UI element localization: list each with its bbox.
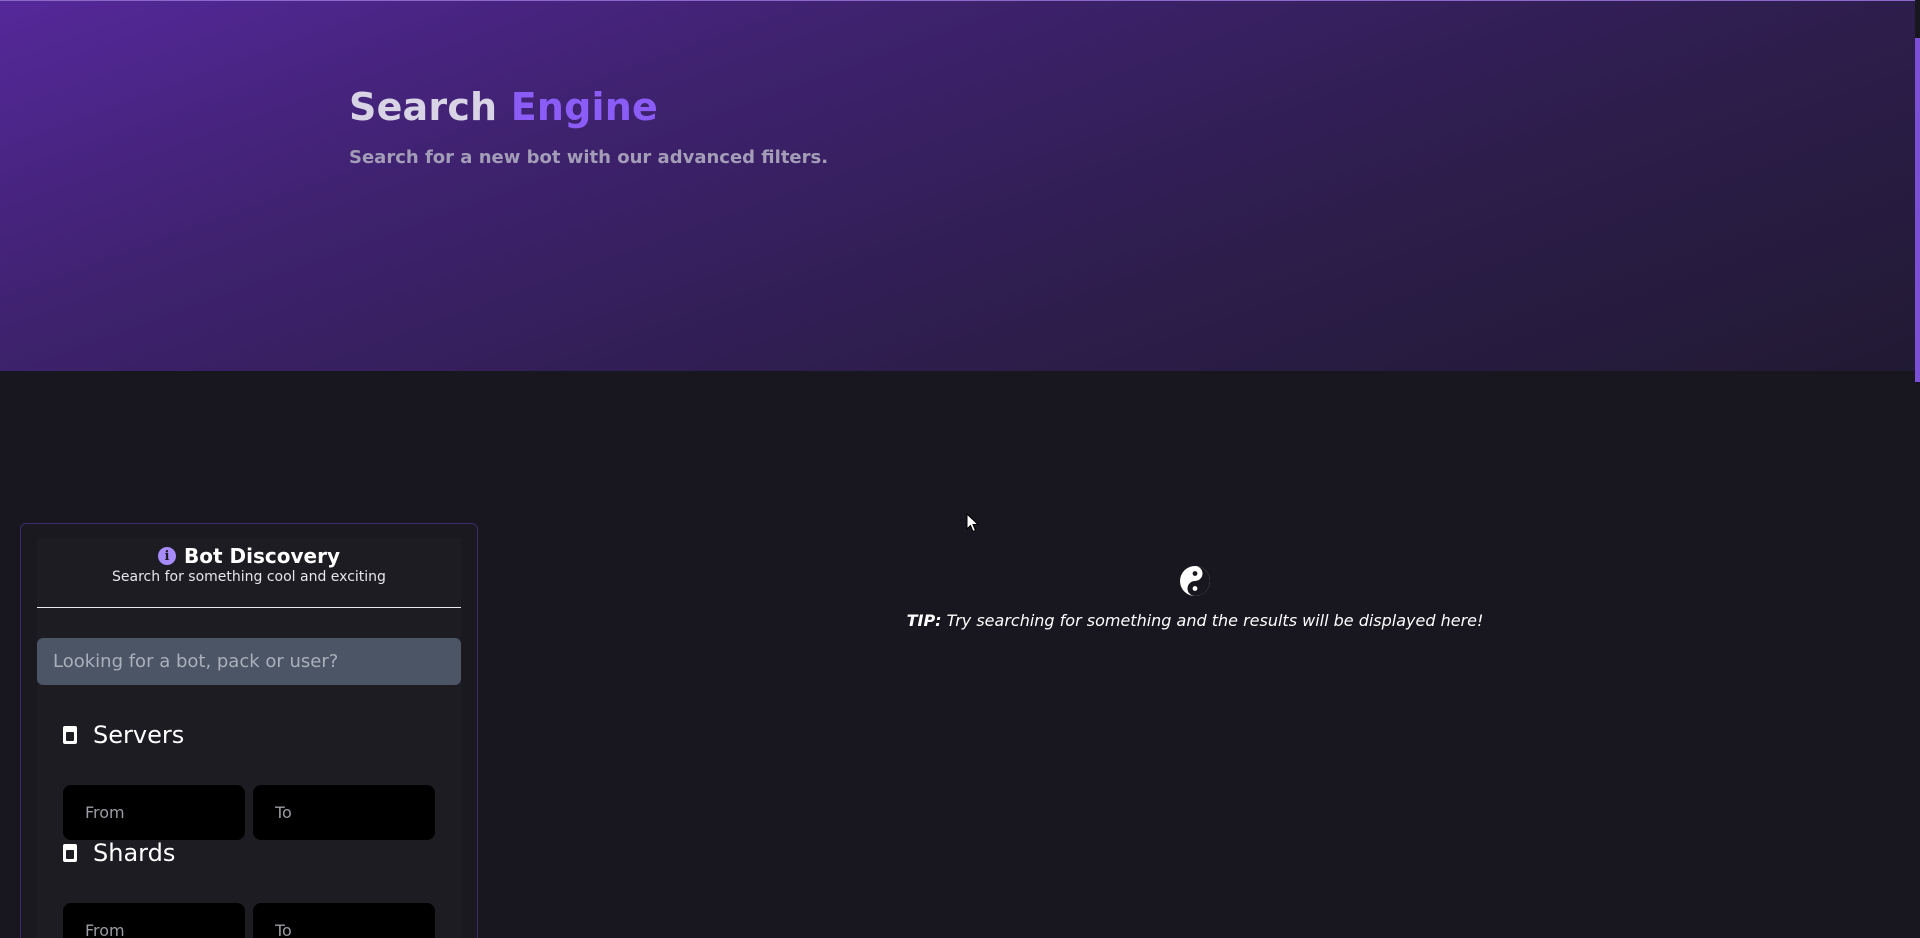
servers-to-input[interactable] [253,785,435,840]
info-icon: i [158,547,177,565]
tip-body: Try searching for something and the resu… [941,611,1484,630]
shards-from-input[interactable] [63,903,245,938]
panel-subtitle: Search for something cool and exciting [112,569,386,585]
page-title: Search Engine [349,85,658,129]
panel-header: i Bot Discovery Search for something coo… [37,538,461,605]
panel-title: Bot Discovery [184,544,340,568]
search-input[interactable] [37,638,461,685]
page: Search Engine Search for a new bot with … [0,0,1920,938]
page-title-accent: Engine [510,85,659,129]
shards-filter-label-text: Shards [93,839,176,867]
page-subtitle: Search for a new bot with our advanced f… [349,147,829,168]
results-placeholder: TIP: Try searching for something and the… [880,565,1510,630]
page-title-main: Search [349,85,498,129]
tip-message: TIP: Try searching for something and the… [880,611,1510,630]
panel-title-row: i Bot Discovery [37,544,461,568]
shards-filter-label: Shards [63,839,175,867]
bot-discovery-panel: i Bot Discovery Search for something coo… [20,523,478,938]
yin-yang-icon [1180,566,1210,596]
page-scrollbar[interactable] [1915,0,1920,938]
filter-icon [63,844,77,862]
mouse-cursor-icon [966,513,980,533]
servers-from-input[interactable] [63,785,245,840]
hero-banner: Search Engine Search for a new bot with … [0,0,1915,371]
shards-to-input[interactable] [253,903,435,938]
bot-discovery-panel-body: i Bot Discovery Search for something coo… [37,538,461,938]
servers-filter-label: Servers [63,721,184,749]
tip-prefix: TIP: [906,611,942,630]
panel-divider [37,607,461,608]
filter-icon [63,726,77,744]
servers-filter-label-text: Servers [93,721,185,749]
scrollbar-thumb[interactable] [1915,38,1920,382]
